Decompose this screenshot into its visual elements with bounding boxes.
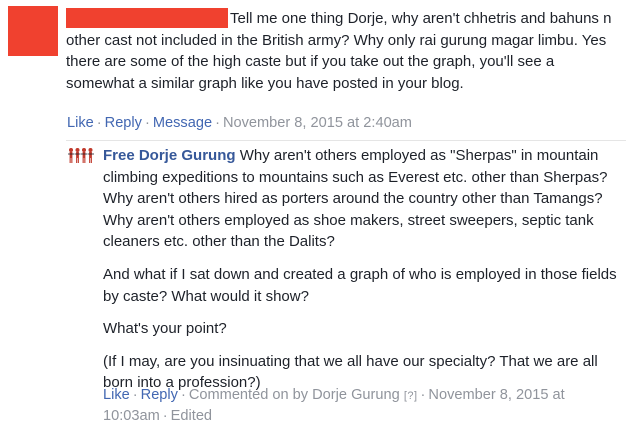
separator-dot: · (96, 115, 102, 131)
separator-dot: · (132, 387, 138, 403)
like-link[interactable]: Like (103, 387, 130, 403)
redacted-author-name[interactable] (66, 8, 228, 28)
separator-dot: · (420, 387, 426, 403)
separator-dot: · (180, 387, 186, 403)
reply-link[interactable]: Reply (141, 387, 178, 403)
separator-dot: · (144, 115, 150, 131)
separator-dot: · (215, 115, 220, 131)
comment-actions: Like · Reply · Message · November 8, 2015 at 2… (67, 115, 412, 131)
avatar[interactable] (8, 6, 58, 56)
reply-paragraph: Free Dorje Gurung Why aren't others empl… (103, 145, 621, 253)
reply-actions: Like · Reply · Commented on by Dorje Gurung … (103, 385, 621, 426)
reply-avatar[interactable] (67, 145, 95, 169)
comment-timestamp[interactable]: November 8, 2015 at 2:40am (223, 115, 412, 131)
separator-dot: · (162, 408, 168, 424)
reply-author-link[interactable]: Free Dorje Gurung (103, 147, 236, 164)
help-mark[interactable]: [?] (404, 390, 418, 402)
parent-comment: Tell me one thing Dorje, why aren't chhe… (0, 0, 626, 140)
commented-on-by[interactable]: Commented on by Dorje Gurung (189, 387, 400, 403)
divider (66, 140, 626, 141)
edited-label[interactable]: Edited (171, 408, 212, 424)
like-link[interactable]: Like (67, 115, 94, 131)
reply-paragraph: And what if I sat down and created a gra… (103, 265, 617, 305)
reply-link[interactable]: Reply (105, 115, 142, 131)
message-link[interactable]: Message (153, 115, 212, 131)
reply-paragraph: What's your point? (103, 320, 227, 338)
people-figures-icon (67, 145, 95, 169)
reply-comment: Free Dorje Gurung Why aren't others empl… (103, 145, 621, 394)
